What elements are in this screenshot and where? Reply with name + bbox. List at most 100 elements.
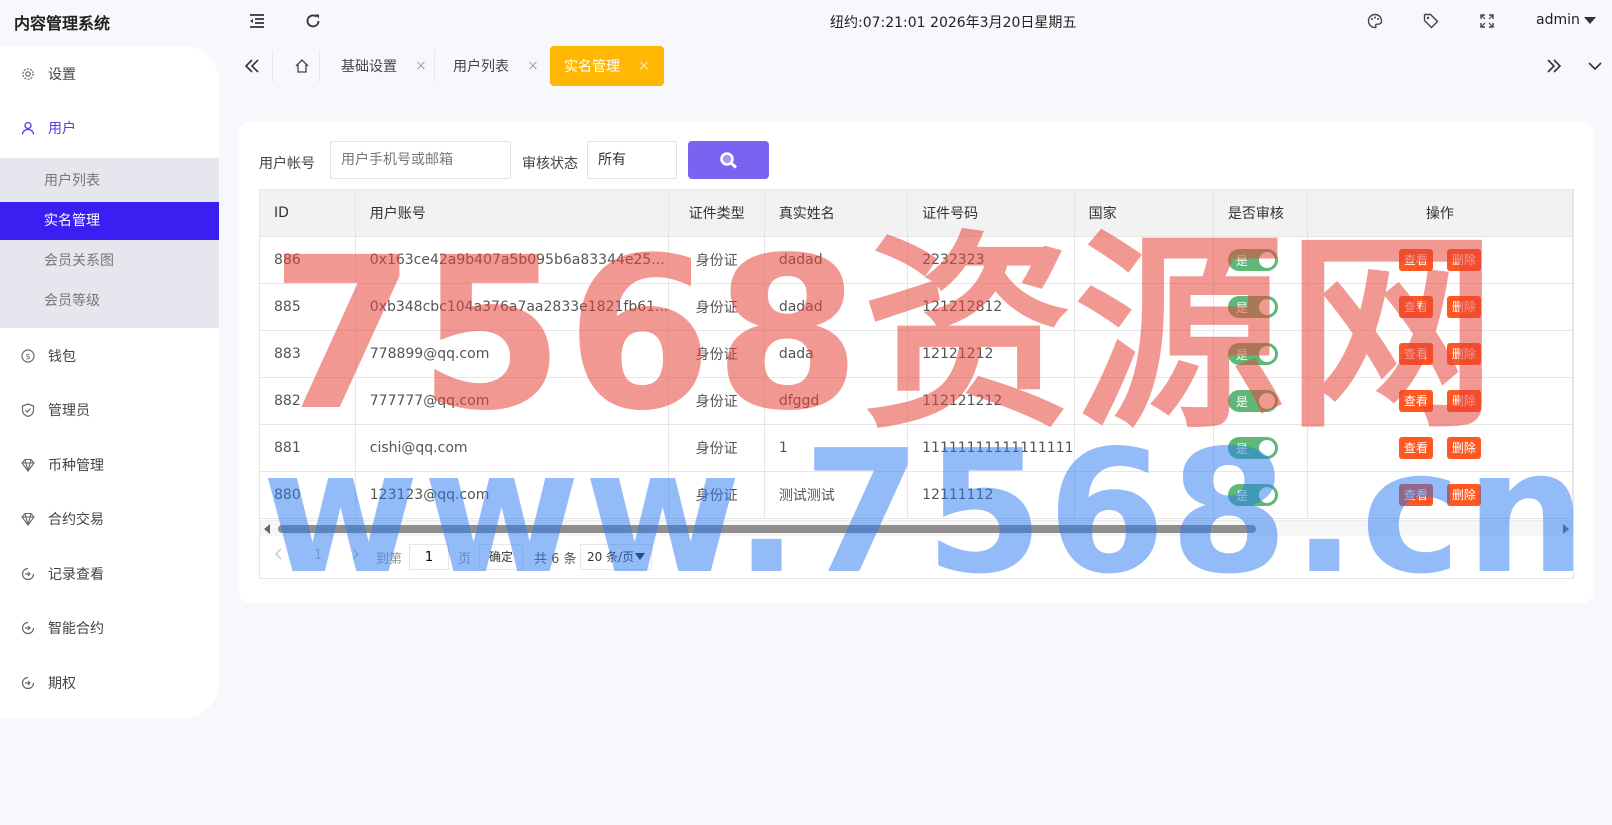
tab-basic-settings[interactable]: 基础设置 ×: [341, 46, 427, 86]
sidebar-item-options[interactable]: 期权: [0, 661, 219, 705]
cell-id: 881: [260, 424, 356, 472]
goto-confirm-button[interactable]: 确定: [479, 544, 523, 570]
goto-page-input[interactable]: [409, 544, 449, 570]
account-search-input[interactable]: [330, 141, 511, 179]
tab-real-name[interactable]: 实名管理 ×: [550, 46, 664, 86]
cell-doc-type: 身份证: [668, 424, 765, 472]
menu-collapse-icon[interactable]: [248, 12, 266, 30]
status-select[interactable]: 所有: [587, 141, 677, 179]
cell-real-name: dadad: [764, 236, 909, 284]
scroll-left-arrow-icon[interactable]: [264, 524, 270, 534]
user-menu[interactable]: admin: [1536, 12, 1596, 28]
cell-account: 123123@qq.com: [355, 471, 670, 519]
col-header-account[interactable]: 用户账号: [355, 190, 670, 237]
tabs-scroll-right-icon[interactable]: [1546, 46, 1562, 86]
toggle-knob: [1258, 486, 1275, 503]
sidebar-item-settings[interactable]: 设置: [0, 52, 219, 96]
col-header-real-name[interactable]: 真实姓名: [764, 190, 909, 237]
audit-toggle[interactable]: 是: [1227, 248, 1278, 271]
sidebar-item-wallet[interactable]: $ 钱包: [0, 334, 219, 378]
toggle-knob: [1258, 251, 1275, 268]
cell-doc-type: 身份证: [668, 377, 765, 425]
sidebar-item-records[interactable]: 记录查看: [0, 552, 219, 596]
close-icon[interactable]: ×: [415, 58, 427, 74]
scrollbar-thumb[interactable]: [278, 525, 1256, 533]
delete-button[interactable]: 删除: [1446, 295, 1481, 318]
submenu-item-real-name[interactable]: 实名管理: [0, 202, 219, 240]
close-icon[interactable]: ×: [638, 58, 650, 74]
cell-country: [1074, 424, 1214, 472]
tab-divider: [272, 50, 273, 82]
delete-button[interactable]: 删除: [1446, 389, 1481, 412]
sidebar-item-currency[interactable]: 币种管理: [0, 443, 219, 487]
gear-icon: [20, 66, 36, 82]
horizontal-scrollbar[interactable]: [260, 520, 1573, 536]
view-button[interactable]: 查看: [1398, 483, 1433, 506]
search-button[interactable]: [688, 141, 769, 179]
sidebar-item-smart-contract[interactable]: 智能合约: [0, 606, 219, 650]
fullscreen-icon[interactable]: [1478, 12, 1496, 30]
delete-button[interactable]: 删除: [1446, 342, 1481, 365]
col-header-doc-type[interactable]: 证件类型: [668, 190, 765, 237]
toggle-label: 是: [1235, 394, 1248, 409]
tab-home[interactable]: [294, 46, 310, 86]
toggle-knob: [1258, 345, 1275, 362]
page-number-current[interactable]: 1: [314, 548, 322, 563]
submenu-item-user-list[interactable]: 用户列表: [0, 162, 219, 200]
tag-icon[interactable]: [1422, 12, 1440, 30]
cell-account: cishi@qq.com: [355, 424, 670, 472]
table-row: 886 0x163ce42a9b407a5b095b6a83344e25... 身份…: [260, 236, 1573, 284]
submenu-item-member-level[interactable]: 会员等级: [0, 282, 219, 320]
cell-real-name: dada: [764, 330, 909, 378]
theme-palette-icon[interactable]: [1366, 12, 1384, 30]
toggle-label: 是: [1235, 441, 1248, 456]
tabs-dropdown-icon[interactable]: [1588, 46, 1602, 86]
audit-toggle[interactable]: 是: [1227, 483, 1278, 506]
close-icon[interactable]: ×: [527, 58, 539, 74]
col-header-id[interactable]: ID: [260, 190, 356, 237]
sidebar-item-label: 币种管理: [48, 458, 104, 474]
view-button[interactable]: 查看: [1398, 389, 1433, 412]
next-page-icon[interactable]: [352, 548, 360, 564]
cell-doc-number: 2232323: [907, 236, 1075, 284]
sidebar-item-contract[interactable]: 合约交易: [0, 497, 219, 541]
cell-audit: 是: [1213, 283, 1308, 331]
submenu-item-member-graph[interactable]: 会员关系图: [0, 242, 219, 280]
view-button[interactable]: 查看: [1398, 295, 1433, 318]
tabs-scroll-left-icon[interactable]: [244, 46, 260, 86]
delete-button[interactable]: 删除: [1446, 248, 1481, 271]
col-header-doc-number[interactable]: 证件号码: [907, 190, 1075, 237]
view-button[interactable]: 查看: [1398, 436, 1433, 459]
cell-real-name: dfggd: [764, 377, 909, 425]
audit-toggle[interactable]: 是: [1227, 436, 1278, 459]
sidebar-item-admins[interactable]: 管理员: [0, 388, 219, 432]
table-row: 882 777777@qq.com 身份证 dfggd 112121212 是 查看 删除: [260, 377, 1573, 425]
delete-button[interactable]: 删除: [1446, 483, 1481, 506]
cell-actions: 查看 删除: [1307, 377, 1573, 425]
home-icon: [295, 59, 309, 73]
audit-toggle[interactable]: 是: [1227, 389, 1278, 412]
tab-user-list[interactable]: 用户列表 ×: [453, 46, 539, 86]
toggle-label: 是: [1235, 488, 1248, 503]
sidebar-item-users[interactable]: 用户: [0, 106, 219, 150]
svg-text:$: $: [25, 352, 30, 361]
table-header-row: ID 用户账号 证件类型 真实姓名 证件号码 国家 是否审核 操作: [260, 190, 1573, 237]
scroll-right-arrow-icon[interactable]: [1563, 524, 1569, 534]
col-header-audit[interactable]: 是否审核: [1213, 190, 1308, 237]
col-header-country[interactable]: 国家: [1074, 190, 1214, 237]
cell-id: 880: [260, 471, 356, 519]
delete-button[interactable]: 删除: [1446, 436, 1481, 459]
sidebar-item-label: 设置: [48, 67, 76, 83]
audit-toggle[interactable]: 是: [1227, 295, 1278, 318]
prev-page-icon[interactable]: [274, 548, 282, 564]
tab-divider: [434, 50, 435, 82]
refresh-icon[interactable]: [304, 12, 322, 30]
audit-toggle[interactable]: 是: [1227, 342, 1278, 365]
cell-doc-number: 12121212: [907, 330, 1075, 378]
page-size-select[interactable]: 20 条/页: [580, 544, 652, 570]
cell-actions: 查看 删除: [1307, 283, 1573, 331]
cell-account: 777777@qq.com: [355, 377, 670, 425]
tab-divider: [319, 50, 320, 82]
view-button[interactable]: 查看: [1398, 342, 1433, 365]
view-button[interactable]: 查看: [1398, 248, 1433, 271]
